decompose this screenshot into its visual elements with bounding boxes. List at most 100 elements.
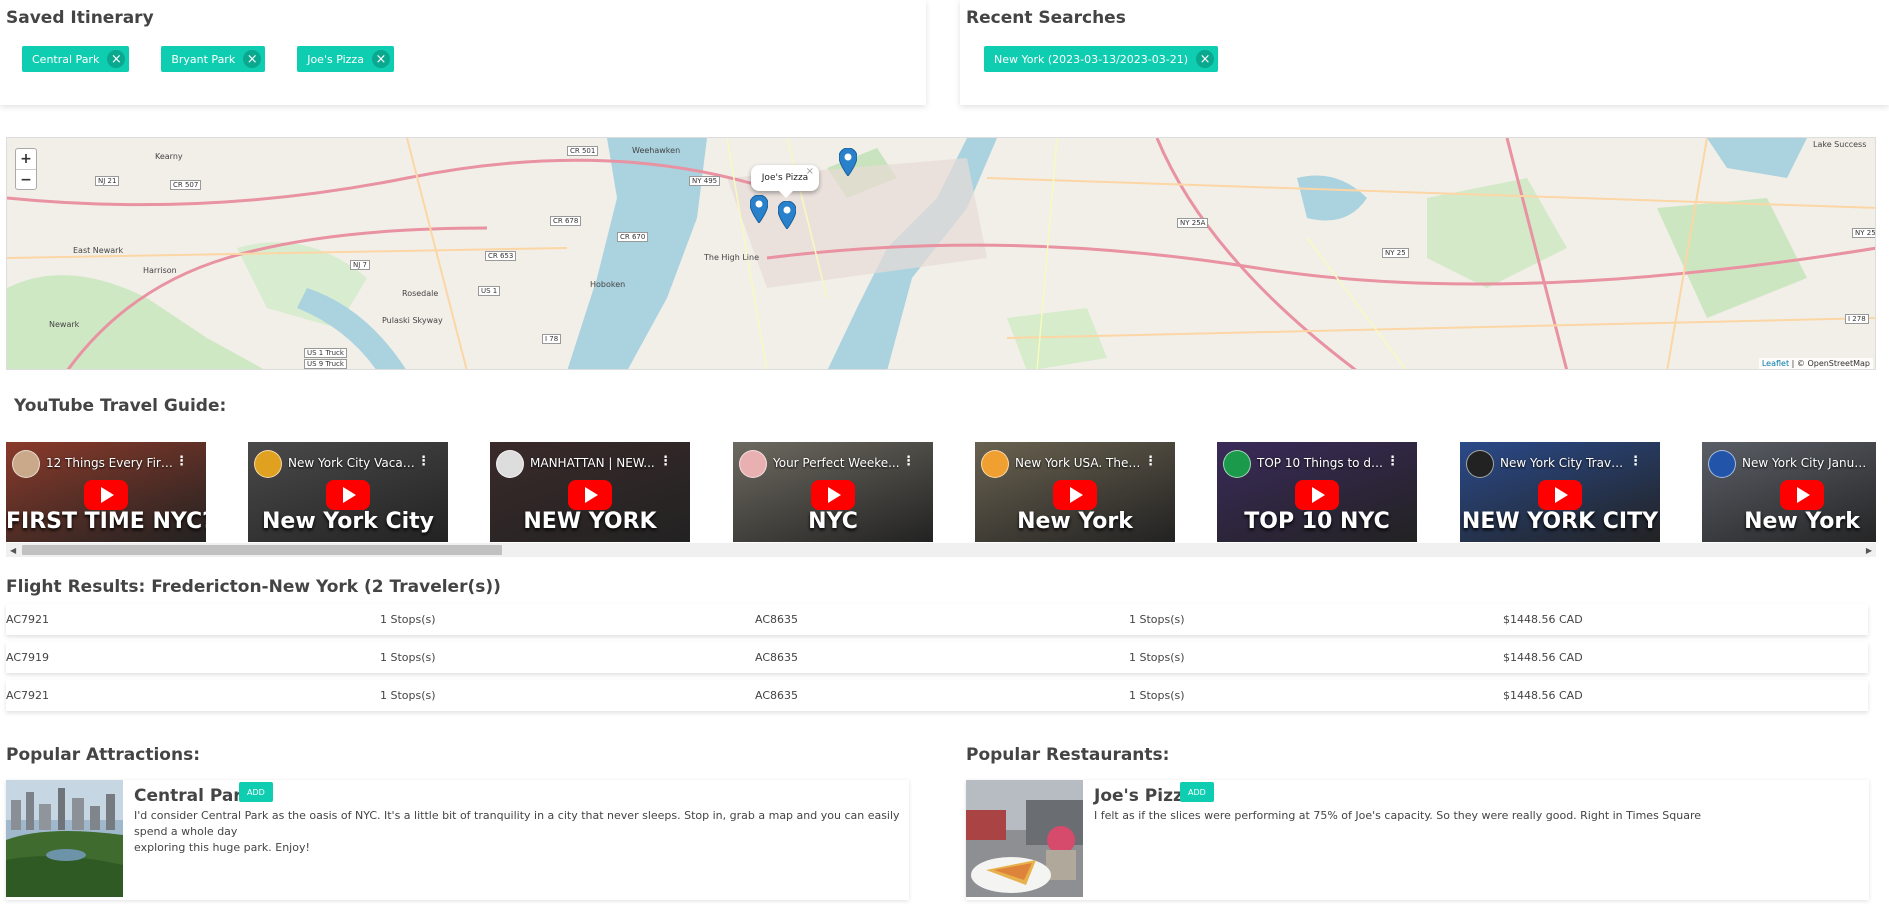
- play-button-icon[interactable]: [84, 480, 128, 510]
- return-flight-number: AC8635: [755, 689, 799, 702]
- saved-itinerary-panel: Saved Itinerary Central Park × Bryant Pa…: [0, 0, 926, 105]
- outbound-flight-number: AC7921: [6, 689, 50, 702]
- map-label: Weehawken: [632, 146, 681, 155]
- itinerary-chip-central-park[interactable]: Central Park ×: [22, 46, 130, 72]
- road-shield: NY 25: [1382, 248, 1409, 258]
- more-options-icon[interactable]: ⋮: [1386, 454, 1399, 469]
- map-label: Lake Success: [1813, 140, 1867, 149]
- play-button-icon[interactable]: [1780, 480, 1824, 510]
- channel-avatar: [1466, 450, 1494, 478]
- play-button-icon[interactable]: [1295, 480, 1339, 510]
- popup-close-icon[interactable]: ×: [806, 166, 814, 177]
- play-button-icon[interactable]: [811, 480, 855, 510]
- road-shield: CR 507: [170, 180, 202, 190]
- play-button-icon[interactable]: [1538, 480, 1582, 510]
- more-options-icon[interactable]: ⋮: [1871, 454, 1876, 469]
- outbound-flight-number: AC7919: [6, 651, 50, 664]
- flight-price: $1448.56 CAD: [1503, 613, 1583, 626]
- osm-attribution[interactable]: | © OpenStreetMap: [1792, 359, 1870, 368]
- video-thumbnail[interactable]: New York City Travel... ⋮ NEW YORK CITY: [1460, 442, 1660, 542]
- itinerary-chip-bryant-park[interactable]: Bryant Park ×: [161, 46, 266, 72]
- scroll-right-arrow-icon[interactable]: ▶: [1866, 546, 1872, 555]
- road-shield: US 1: [478, 286, 501, 296]
- zoom-in-button[interactable]: +: [16, 149, 36, 169]
- road-shield: US 9 Truck: [304, 359, 347, 369]
- map[interactable]: + − Kearny Weehawken East Newark Harriso…: [6, 137, 1876, 370]
- zoom-out-button[interactable]: −: [16, 169, 36, 189]
- youtube-section-title: YouTube Travel Guide:: [14, 396, 227, 416]
- map-popup: Joe's Pizza ×: [751, 165, 819, 198]
- flight-row[interactable]: AC7921 1 Stops(s) AC8635 1 Stops(s) $144…: [6, 680, 1868, 711]
- flight-row[interactable]: AC7921 1 Stops(s) AC8635 1 Stops(s) $144…: [6, 604, 1868, 635]
- scroll-left-arrow-icon[interactable]: ◀: [10, 546, 16, 555]
- video-title: 12 Things Every First...: [46, 456, 174, 470]
- more-options-icon[interactable]: ⋮: [902, 454, 915, 469]
- video-title: TOP 10 Things to do...: [1257, 456, 1385, 470]
- video-thumbnail[interactable]: 12 Things Every First... ⋮ FIRST TIME NY…: [6, 442, 206, 542]
- chip-label: New York (2023-03-13/2023-03-21): [994, 52, 1189, 66]
- video-title: MANHATTAN | NEW...: [530, 456, 655, 470]
- add-attraction-button[interactable]: ADD: [239, 782, 273, 802]
- scrollbar-thumb[interactable]: [22, 545, 502, 555]
- remove-chip-icon[interactable]: ×: [371, 50, 390, 68]
- more-options-icon[interactable]: ⋮: [417, 454, 430, 469]
- map-label: Newark: [49, 320, 80, 329]
- channel-avatar: [254, 450, 282, 478]
- description-line: exploring this huge park. Enjoy!: [134, 841, 310, 854]
- chip-label: Central Park: [32, 52, 100, 66]
- more-options-icon[interactable]: ⋮: [1629, 454, 1642, 469]
- map-marker-icon[interactable]: [839, 148, 857, 176]
- play-button-icon[interactable]: [1053, 480, 1097, 510]
- road-shield: NJ 7: [350, 260, 370, 270]
- add-restaurant-button[interactable]: ADD: [1180, 782, 1214, 802]
- recent-searches-panel: Recent Searches New York (2023-03-13/202…: [960, 0, 1889, 105]
- itinerary-chip-joes-pizza[interactable]: Joe's Pizza ×: [297, 46, 394, 72]
- carousel-scrollbar[interactable]: ◀ ▶: [6, 543, 1876, 557]
- map-marker-icon[interactable]: [750, 195, 768, 223]
- remove-chip-icon[interactable]: ×: [1196, 50, 1215, 68]
- video-title: New York City Vacati...: [288, 456, 416, 470]
- video-title: New York USA. The I...: [1015, 456, 1143, 470]
- road-shield: CR 670: [617, 232, 649, 242]
- flight-price: $1448.56 CAD: [1503, 689, 1583, 702]
- recent-chip-list: New York (2023-03-13/2023-03-21) ×: [984, 46, 1219, 72]
- more-options-icon[interactable]: ⋮: [1144, 454, 1157, 469]
- popular-restaurants-title: Popular Restaurants:: [966, 745, 1170, 765]
- thumbnail-text: NEW YORK CITY: [1461, 509, 1659, 534]
- video-thumbnail[interactable]: New York City Vacati... ⋮ New York City: [248, 442, 448, 542]
- thumbnail-text: New York: [1744, 509, 1860, 534]
- road-shield: CR 653: [485, 251, 517, 261]
- popular-attractions-title: Popular Attractions:: [6, 745, 201, 765]
- channel-avatar: [1708, 450, 1736, 478]
- leaflet-link[interactable]: Leaflet: [1762, 359, 1789, 368]
- road-shield: NY 25A: [1177, 218, 1209, 228]
- map-tiles: [7, 138, 1875, 369]
- video-thumbnail[interactable]: TOP 10 Things to do... ⋮ TOP 10 NYC: [1217, 442, 1417, 542]
- recent-search-chip[interactable]: New York (2023-03-13/2023-03-21) ×: [984, 46, 1219, 72]
- video-thumbnail[interactable]: MANHATTAN | NEW... ⋮ NEW YORK: [490, 442, 690, 542]
- zoom-control: + −: [15, 148, 37, 190]
- more-options-icon[interactable]: ⋮: [175, 454, 188, 469]
- road-shield: I 278: [1845, 314, 1869, 324]
- map-label: The High Line: [704, 253, 760, 262]
- video-thumbnail[interactable]: New York USA. The I... ⋮ New York: [975, 442, 1175, 542]
- channel-avatar: [1223, 450, 1251, 478]
- video-thumbnail[interactable]: New York City Janua... ⋮ New York: [1702, 442, 1876, 542]
- recent-searches-title: Recent Searches: [966, 8, 1126, 28]
- itinerary-chip-list: Central Park × Bryant Park × Joe's Pizza…: [22, 46, 394, 72]
- remove-chip-icon[interactable]: ×: [107, 50, 126, 68]
- map-label: Hoboken: [590, 280, 626, 289]
- video-thumbnail[interactable]: Your Perfect Weeke... ⋮ NYC: [733, 442, 933, 542]
- more-options-icon[interactable]: ⋮: [659, 454, 672, 469]
- remove-chip-icon[interactable]: ×: [243, 50, 262, 68]
- video-title: New York City Janua...: [1742, 456, 1870, 470]
- play-button-icon[interactable]: [326, 480, 370, 510]
- map-marker-icon[interactable]: [778, 201, 796, 229]
- map-label: Kearny: [155, 152, 183, 161]
- return-stops: 1 Stops(s): [1129, 689, 1185, 702]
- play-button-icon[interactable]: [568, 480, 612, 510]
- attraction-name: Central Park: [134, 786, 253, 806]
- thumbnail-text: New York City: [261, 509, 435, 534]
- flight-row[interactable]: AC7919 1 Stops(s) AC8635 1 Stops(s) $144…: [6, 642, 1868, 673]
- road-shield: CR 501: [567, 146, 599, 156]
